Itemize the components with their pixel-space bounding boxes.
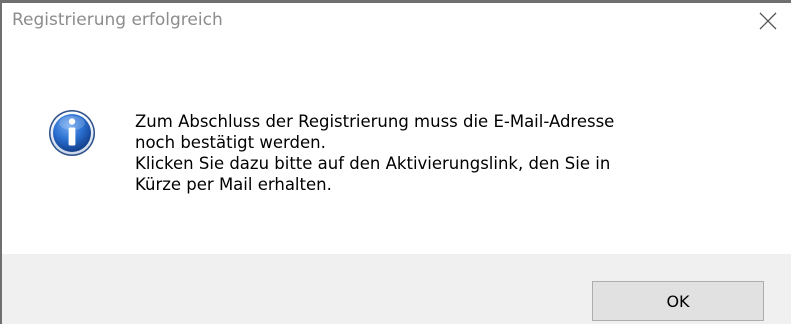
dialog-message: Zum Abschluss der Registrierung muss die… — [135, 111, 775, 195]
message-paragraph-1: Zum Abschluss der Registrierung muss die… — [135, 112, 615, 152]
message-paragraph-2: Klicken Sie dazu bitte auf den Aktivieru… — [135, 154, 611, 194]
window-title: Registrierung erfolgreich — [12, 10, 223, 30]
close-icon — [759, 12, 777, 30]
button-bar: OK — [2, 254, 791, 324]
dialog-content: Zum Abschluss der Registrierung muss die… — [2, 39, 791, 254]
info-icon — [49, 110, 95, 156]
close-button[interactable] — [745, 3, 791, 39]
title-bar[interactable]: Registrierung erfolgreich — [2, 3, 791, 39]
ok-button[interactable]: OK — [592, 281, 764, 321]
message-dialog: Registrierung erfolgreich Zum Abschluss … — [0, 0, 791, 324]
